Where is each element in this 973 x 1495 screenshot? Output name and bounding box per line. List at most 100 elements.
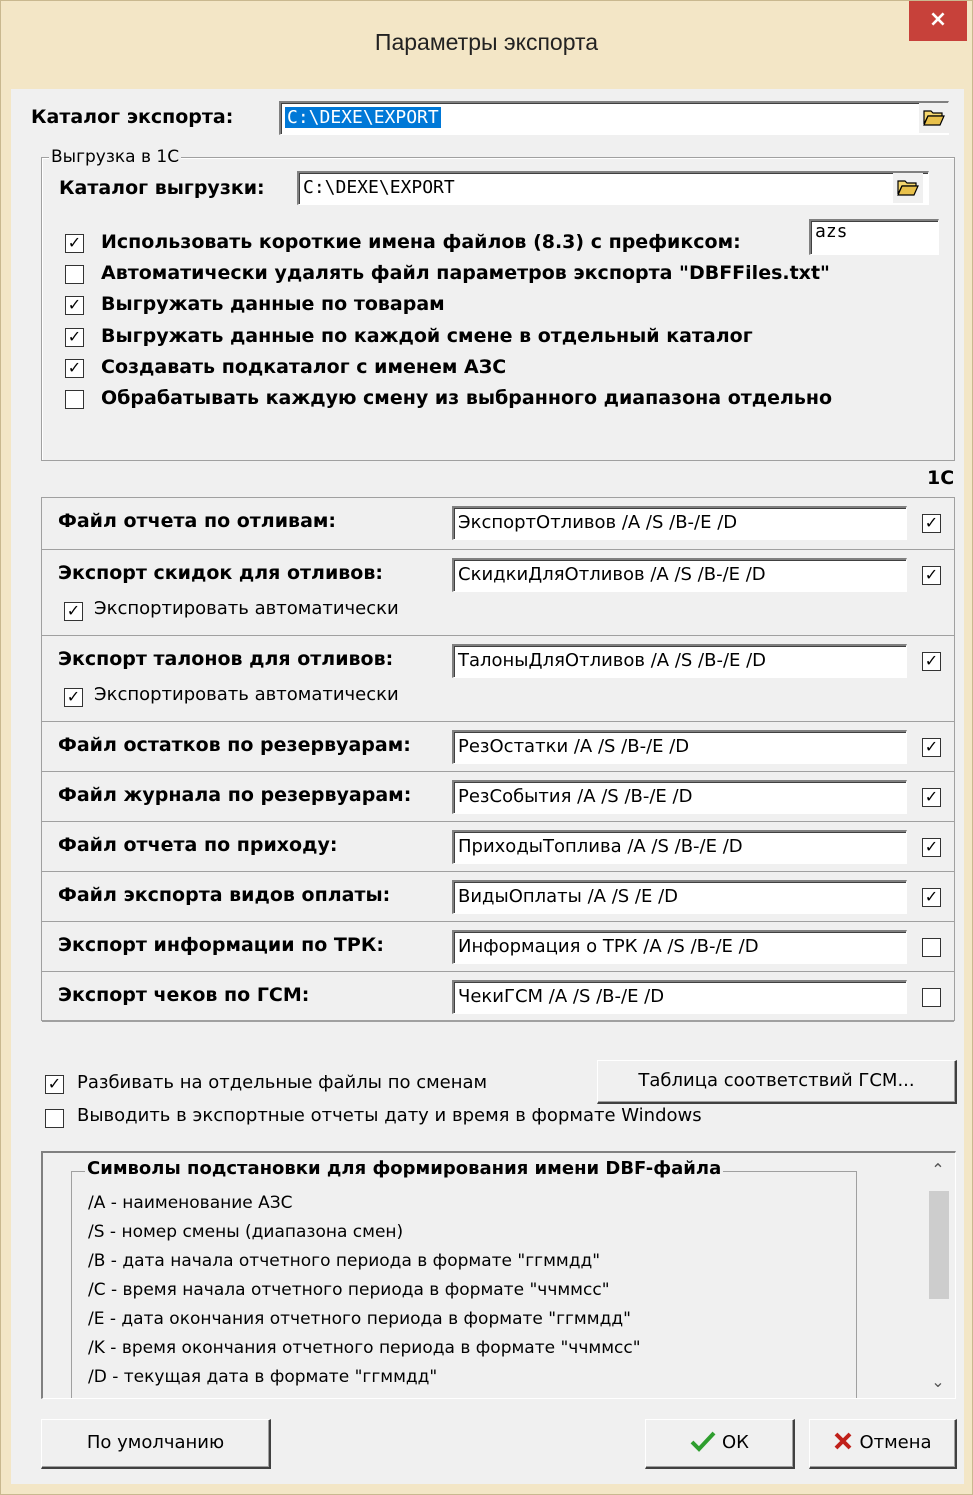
- file-name-value: ТалоныДляОтливов /A /S /B-/E /D: [458, 650, 767, 671]
- file-name-value: ЧекиГСМ /A /S /B-/E /D: [458, 986, 665, 1007]
- column-1c-header: 1С: [927, 467, 955, 489]
- symbols-line: /B - дата начала отчетного периода в фор…: [88, 1251, 601, 1271]
- auto-export-label: Экспортировать автоматически: [94, 684, 399, 705]
- export-dir-value: C:\DEXE\EXPORT: [285, 107, 441, 128]
- file-name-value: ВидыОплаты /A /S /E /D: [458, 886, 678, 907]
- upload-option-label: Использовать короткие имена файлов (8.3)…: [101, 231, 741, 253]
- scroll-down-icon[interactable]: ⌄: [921, 1365, 955, 1398]
- upload-option-checkbox[interactable]: ✓: [65, 234, 84, 253]
- file-name-value: Информация о ТРК /A /S /B-/E /D: [458, 936, 759, 957]
- file-name-input[interactable]: СкидкиДляОтливов /A /S /B-/E /D: [452, 558, 907, 592]
- file-row-label: Экспорт чеков по ГСМ:: [58, 984, 310, 1006]
- dialog-window: Параметры экспорта × Каталог экспорта: C…: [0, 0, 973, 1495]
- file-row: Файл отчета по отливам: ЭкспортОтливов /A…: [42, 498, 954, 550]
- file-row: Файл отчета по приходу: ПриходыТоплива /A…: [42, 822, 954, 872]
- prefix-input[interactable]: azs: [809, 219, 939, 255]
- file-row: Файл остатков по резервуарам: РезОстатки …: [42, 722, 954, 772]
- symbols-line: /E - дата окончания отчетного периода в …: [88, 1309, 631, 1329]
- file-name-value: ПриходыТоплива /A /S /B-/E /D: [458, 836, 743, 857]
- upload-option-checkbox[interactable]: ✓: [65, 296, 84, 315]
- upload-dir-label: Каталог выгрузки:: [59, 177, 265, 199]
- file-row: Экспорт чеков по ГСМ: ЧекиГСМ /A /S /B-/E…: [42, 972, 954, 1022]
- upload-option-checkbox[interactable]: ✓: [65, 328, 84, 347]
- folder-open-icon: [923, 110, 945, 126]
- windows-datetime-label: Выводить в экспортные отчеты дату и врем…: [77, 1105, 702, 1126]
- file-row: Экспорт талонов для отливов: ТалоныДляОтл…: [42, 636, 954, 722]
- ok-button[interactable]: ОК: [645, 1419, 795, 1469]
- file-1c-checkbox[interactable]: ✓: [922, 514, 941, 533]
- file-row-label: Экспорт скидок для отливов:: [58, 562, 383, 584]
- split-by-shift-checkbox[interactable]: ✓: [45, 1075, 64, 1094]
- file-1c-checkbox[interactable]: ✓: [922, 888, 941, 907]
- file-row: Экспорт скидок для отливов: СкидкиДляОтли…: [42, 550, 954, 636]
- prefix-value: azs: [815, 221, 848, 242]
- cancel-button-label: Отмена: [859, 1432, 932, 1453]
- file-1c-checkbox[interactable]: ✓: [922, 788, 941, 807]
- file-name-value: ЭкспортОтливов /A /S /B-/E /D: [458, 512, 738, 533]
- scroll-thumb[interactable]: [929, 1191, 949, 1299]
- symbols-listbox[interactable]: Символы подстановки для формирования име…: [41, 1151, 956, 1399]
- file-1c-checkbox[interactable]: [922, 988, 941, 1007]
- file-name-value: СкидкиДляОтливов /A /S /B-/E /D: [458, 564, 766, 585]
- file-name-input[interactable]: Информация о ТРК /A /S /B-/E /D: [452, 930, 907, 964]
- file-row-label: Файл отчета по отливам:: [58, 510, 337, 532]
- file-row-label: Файл журнала по резервуарам:: [58, 784, 412, 806]
- symbols-line: /K - время окончания отчетного периода в…: [88, 1338, 641, 1358]
- upload-option-label: Автоматически удалять файл параметров эк…: [101, 262, 830, 284]
- upload-option-checkbox[interactable]: ✓: [65, 359, 84, 378]
- file-name-input[interactable]: ВидыОплаты /A /S /E /D: [452, 880, 907, 914]
- folder-open-icon: [897, 180, 919, 196]
- files-panel: Файл отчета по отливам: ЭкспортОтливов /A…: [41, 497, 955, 1022]
- auto-export-checkbox[interactable]: ✓: [64, 602, 83, 621]
- file-1c-checkbox[interactable]: ✓: [922, 738, 941, 757]
- cancel-button[interactable]: Отмена: [809, 1419, 957, 1469]
- file-row-label: Экспорт талонов для отливов:: [58, 648, 394, 670]
- upload-option-label: Выгружать данные по товарам: [101, 293, 445, 315]
- upload-dir-value: C:\DEXE\EXPORT: [303, 177, 455, 198]
- file-1c-checkbox[interactable]: [922, 938, 941, 957]
- dialog-client: Каталог экспорта: C:\DEXE\EXPORT Выгрузк…: [11, 89, 964, 1484]
- file-row-label: Файл экспорта видов оплаты:: [58, 884, 391, 906]
- file-row-label: Файл отчета по приходу:: [58, 834, 338, 856]
- upload-option-label: Создавать подкаталог с именем АЗС: [101, 356, 507, 378]
- file-row-label: Экспорт информации по ТРК:: [58, 934, 384, 956]
- file-name-input[interactable]: ЧекиГСМ /A /S /B-/E /D: [452, 980, 907, 1014]
- file-name-input[interactable]: ЭкспортОтливов /A /S /B-/E /D: [452, 506, 907, 540]
- upload-dir-browse-button[interactable]: [893, 173, 923, 203]
- file-name-input[interactable]: РезОстатки /A /S /B-/E /D: [452, 730, 907, 764]
- file-name-value: РезСобытия /A /S /B-/E /D: [458, 786, 693, 807]
- upload-option-checkbox[interactable]: [65, 390, 84, 409]
- symbols-caption: Символы подстановки для формирования име…: [85, 1158, 724, 1179]
- gsm-table-button[interactable]: Таблица соответствий ГСМ...: [597, 1060, 957, 1104]
- symbols-scrollbar[interactable]: ⌃ ⌄: [921, 1153, 955, 1398]
- file-1c-checkbox[interactable]: ✓: [922, 652, 941, 671]
- cross-icon: [835, 1432, 852, 1450]
- export-dir-browse-button[interactable]: [919, 103, 949, 133]
- upload-option-label: Обрабатывать каждую смену из выбранного …: [101, 387, 833, 409]
- file-row: Файл экспорта видов оплаты: ВидыОплаты /A…: [42, 872, 954, 922]
- upload-dir-input[interactable]: C:\DEXE\EXPORT: [297, 171, 929, 205]
- symbols-line: /C - время начала отчетного периода в фо…: [88, 1280, 610, 1300]
- file-name-value: РезОстатки /A /S /B-/E /D: [458, 736, 690, 757]
- close-button[interactable]: ×: [909, 1, 967, 41]
- file-name-input[interactable]: ПриходыТоплива /A /S /B-/E /D: [452, 830, 907, 864]
- export-dir-label: Каталог экспорта:: [31, 106, 234, 128]
- file-row: Файл журнала по резервуарам: РезСобытия /…: [42, 772, 954, 822]
- upload-1c-caption: Выгрузка в 1С: [49, 147, 182, 167]
- windows-datetime-checkbox[interactable]: [45, 1109, 64, 1128]
- upload-option-checkbox[interactable]: [65, 265, 84, 284]
- file-row: Экспорт информации по ТРК: Информация о Т…: [42, 922, 954, 972]
- checkmark-icon: [690, 1431, 716, 1452]
- file-row-label: Файл остатков по резервуарам:: [58, 734, 411, 756]
- default-button[interactable]: По умолчанию: [41, 1419, 271, 1469]
- auto-export-checkbox[interactable]: ✓: [64, 688, 83, 707]
- window-title: Параметры экспорта: [374, 29, 599, 55]
- file-name-input[interactable]: РезСобытия /A /S /B-/E /D: [452, 780, 907, 814]
- scroll-up-icon[interactable]: ⌃: [921, 1153, 955, 1187]
- export-dir-input[interactable]: C:\DEXE\EXPORT: [279, 101, 949, 135]
- file-1c-checkbox[interactable]: ✓: [922, 838, 941, 857]
- file-name-input[interactable]: ТалоныДляОтливов /A /S /B-/E /D: [452, 644, 907, 678]
- ok-button-label: ОК: [722, 1432, 749, 1453]
- file-1c-checkbox[interactable]: ✓: [922, 566, 941, 585]
- title-bar[interactable]: Параметры экспорта ×: [1, 1, 972, 89]
